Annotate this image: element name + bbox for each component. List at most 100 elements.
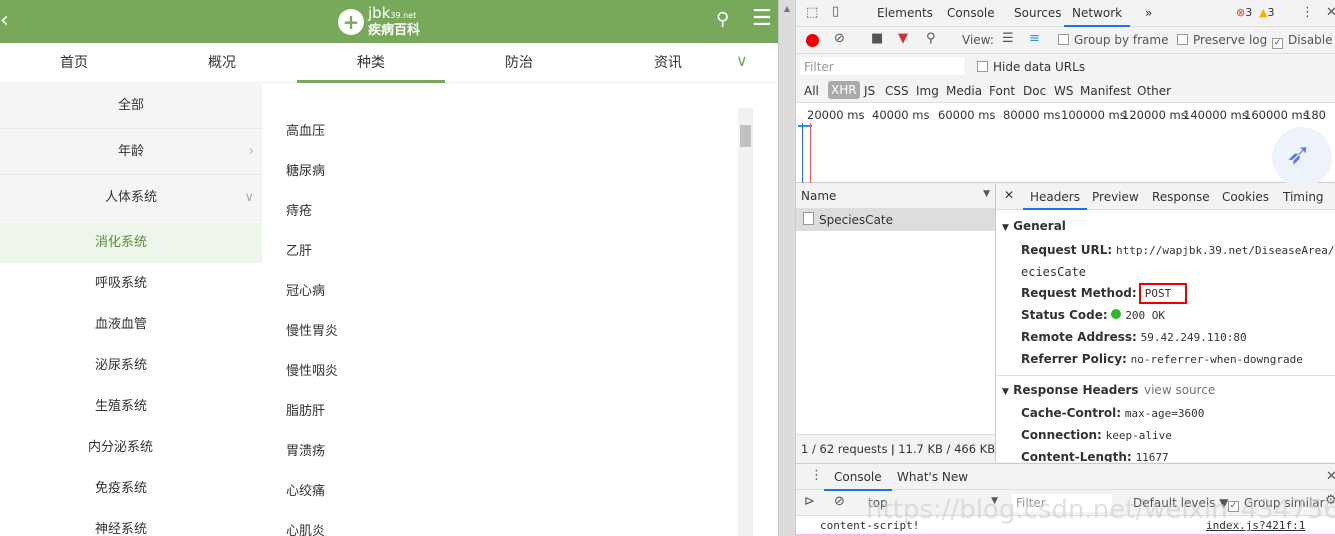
screenshot-icon[interactable]: ■ — [871, 31, 883, 46]
tab-cookies[interactable]: Cookies — [1222, 184, 1269, 211]
request-row[interactable]: SpeciesCate — [796, 209, 995, 231]
type-js[interactable]: JS — [864, 84, 875, 98]
back-icon[interactable]: ‹ — [0, 8, 9, 33]
console-source-link[interactable]: index.js?421f:1 — [1206, 519, 1305, 532]
list-item[interactable]: 心肌炎 — [286, 520, 325, 536]
view-source-link[interactable]: view source — [1144, 383, 1215, 397]
list-item[interactable]: 脂肪肝 — [286, 400, 325, 419]
chevron-down-icon[interactable]: ∨ — [736, 51, 748, 70]
filter-icon[interactable]: ▼ — [898, 31, 908, 46]
more-tabs-icon[interactable]: » — [1145, 0, 1152, 27]
warning-count[interactable]: ▲3 — [1259, 6, 1274, 19]
sidebar-item-digestive[interactable]: 消化系统 — [0, 222, 262, 263]
large-rows-icon[interactable]: ☰ — [1002, 31, 1014, 46]
tab-elements[interactable]: Elements — [877, 0, 933, 27]
type-ws[interactable]: WS — [1054, 84, 1073, 98]
type-xhr[interactable]: XHR — [828, 81, 860, 99]
search-icon[interactable]: ⚲ — [926, 31, 936, 46]
type-other[interactable]: Other — [1137, 84, 1171, 98]
group-by-frame-checkbox[interactable]: Group by frame — [1058, 33, 1168, 47]
list-item[interactable]: 心绞痛 — [286, 480, 325, 499]
tab-preview[interactable]: Preview — [1092, 184, 1139, 211]
response-headers-toggle[interactable]: ▼ Response Headers — [1002, 383, 1139, 397]
site-logo[interactable]: + jbk39.net 疾病百科 — [338, 6, 420, 38]
scrollbar-thumb[interactable] — [740, 125, 751, 147]
tab-headers[interactable]: Headers — [1023, 184, 1087, 210]
sidebar-item-nervous[interactable]: 神经系统 — [0, 509, 262, 536]
file-icon — [803, 212, 814, 225]
search-icon[interactable]: ⚲ — [716, 9, 729, 30]
type-css[interactable]: CSS — [885, 84, 909, 98]
filter-input[interactable]: Filter — [800, 57, 964, 75]
sidebar-item-respiratory[interactable]: 呼吸系统 — [0, 263, 262, 304]
sidebar-item-body-system[interactable]: 人体系统 ∨ — [0, 175, 262, 221]
tab-console[interactable]: Console — [947, 0, 995, 27]
drawer-tab-console[interactable]: Console — [824, 464, 892, 491]
sidebar-item-endocrine[interactable]: 内分泌系统 — [0, 427, 262, 468]
sort-icon: ▼ — [983, 189, 990, 199]
close-drawer-icon[interactable]: ✕ — [1326, 469, 1335, 484]
drawer-tab-whats-new[interactable]: What's New — [897, 464, 968, 491]
tab-response[interactable]: Response — [1152, 184, 1210, 211]
list-item[interactable]: 乙肝 — [286, 240, 312, 259]
list-item[interactable]: 慢性咽炎 — [286, 360, 338, 379]
tab-prevention[interactable]: 防治 — [445, 43, 593, 83]
name-column-header[interactable]: Name ▼ — [796, 184, 995, 209]
type-doc[interactable]: Doc — [1023, 84, 1046, 98]
close-icon[interactable]: ✕ — [1326, 5, 1335, 20]
preserve-log-checkbox[interactable]: Preserve log — [1177, 33, 1267, 47]
list-item[interactable]: 高血压 — [286, 120, 325, 139]
log-levels-select[interactable]: Default levels ▼ — [1133, 496, 1229, 510]
group-similar-checkbox[interactable]: ✓ Group similar — [1228, 496, 1325, 512]
list-item[interactable]: 慢性胃炎 — [286, 320, 338, 339]
status-ok-icon — [1111, 309, 1122, 319]
list-item[interactable]: 痔疮 — [286, 200, 312, 219]
clear-icon[interactable]: ⊘ — [834, 31, 845, 46]
disable-cache-checkbox[interactable]: ✓Disable c — [1272, 33, 1335, 49]
list-item[interactable]: 糖尿病 — [286, 160, 325, 179]
sidebar-item-blood[interactable]: 血液血管 — [0, 304, 262, 345]
sidebar-item-age[interactable]: 年龄 › — [0, 129, 262, 175]
console-filter-input[interactable]: Filter — [1012, 494, 1112, 512]
load-line — [810, 123, 811, 183]
settings-gear-icon[interactable]: ⚙ — [1325, 493, 1335, 508]
tab-sources[interactable]: Sources — [1014, 0, 1061, 27]
drawer-menu-icon[interactable]: ⋮ — [810, 468, 823, 483]
menu-icon[interactable]: ☰ — [752, 6, 772, 31]
type-media[interactable]: Media — [946, 84, 982, 98]
view-label: View: — [962, 33, 994, 47]
list-item[interactable]: 冠心病 — [286, 280, 325, 299]
general-section-toggle[interactable]: ▼ General — [1002, 219, 1066, 233]
waterfall-icon[interactable]: ≡ — [1029, 31, 1040, 46]
list-item[interactable]: 胃溃疡 — [286, 440, 325, 459]
type-img[interactable]: Img — [916, 84, 939, 98]
tab-home[interactable]: 首页 — [0, 43, 148, 83]
more-options-icon[interactable]: ⋮ — [1301, 5, 1314, 20]
timeline-overview[interactable]: 20000 ms 40000 ms 60000 ms 80000 ms 1000… — [796, 103, 1335, 187]
error-count[interactable]: ⊗3 — [1236, 6, 1252, 19]
request-summary: 1 / 62 requests ǀ 11.7 KB / 466 KB ... — [796, 434, 995, 462]
sidebar-toggle-icon[interactable]: ⊳ — [804, 494, 815, 509]
tab-news[interactable]: 资讯 — [594, 43, 742, 83]
sidebar-item-immune[interactable]: 免疫系统 — [0, 468, 262, 509]
type-font[interactable]: Font — [989, 84, 1015, 98]
inspect-icon[interactable]: ⬚ — [806, 5, 818, 20]
type-manifest[interactable]: Manifest — [1080, 84, 1131, 98]
page-scrollbar[interactable]: ▲ — [778, 0, 795, 536]
tab-network[interactable]: Network — [1064, 0, 1131, 27]
tab-timing[interactable]: Timing — [1283, 184, 1324, 211]
hide-data-urls-checkbox[interactable]: Hide data URLs — [977, 60, 1085, 74]
sidebar-item-reproductive[interactable]: 生殖系统 — [0, 386, 262, 427]
close-details-icon[interactable]: ✕ — [1004, 184, 1014, 209]
device-toolbar-icon[interactable]: ▯ — [832, 4, 839, 19]
sidebar-item-all[interactable]: 全部 — [0, 83, 262, 129]
record-icon[interactable] — [806, 34, 819, 47]
list-scrollbar[interactable] — [738, 108, 753, 536]
type-all[interactable]: All — [804, 84, 819, 98]
tab-types[interactable]: 种类 — [297, 43, 445, 83]
scroll-up-icon[interactable]: ▲ — [779, 4, 795, 13]
sidebar-item-urinary[interactable]: 泌尿系统 — [0, 345, 262, 386]
context-select[interactable]: top ▼ — [868, 496, 998, 510]
clear-console-icon[interactable]: ⊘ — [834, 494, 845, 509]
tab-overview[interactable]: 概况 — [148, 43, 296, 83]
